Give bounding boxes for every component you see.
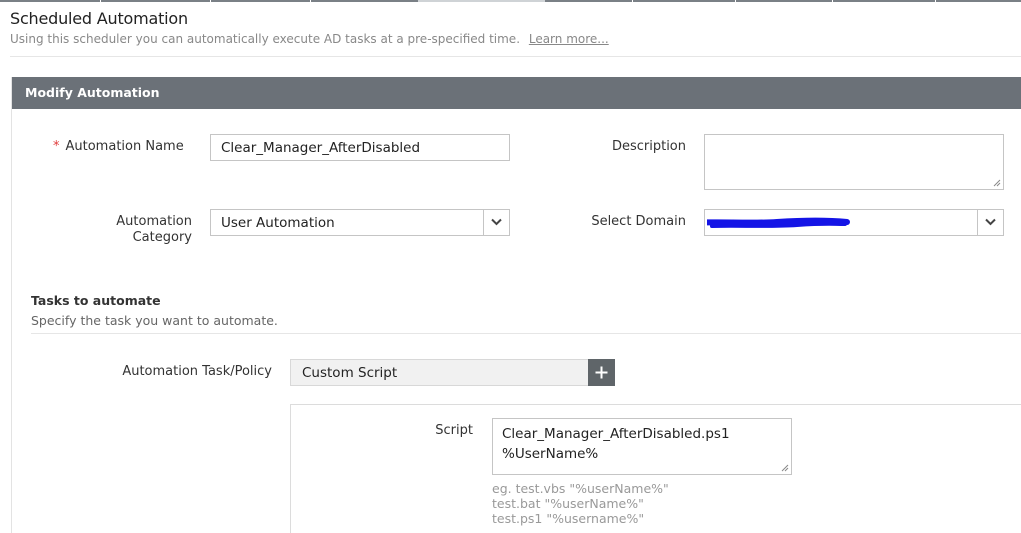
script-line: Clear_Manager_AfterDisabled.ps1	[502, 426, 730, 442]
top-tab-strip-left	[0, 0, 418, 2]
page-subtitle: Using this scheduler you can automatical…	[10, 32, 609, 46]
page-subtitle-text: Using this scheduler you can automatical…	[10, 32, 521, 46]
resize-grip-icon[interactable]	[781, 464, 789, 472]
script-hint: test.ps1 "%username%"	[492, 511, 645, 526]
resize-grip-icon[interactable]	[993, 179, 1001, 187]
learn-more-link[interactable]: Learn more...	[529, 32, 609, 46]
redaction-scribble	[707, 217, 850, 228]
add-task-button[interactable]	[588, 359, 615, 386]
header-divider	[10, 56, 1021, 57]
dropdown-button[interactable]	[977, 210, 1003, 235]
top-tab-strip	[0, 0, 1021, 2]
description-textarea[interactable]	[704, 134, 1004, 190]
chevron-down-icon	[985, 218, 996, 226]
script-hint: test.bat "%userName%"	[492, 496, 644, 511]
dropdown-button[interactable]	[483, 210, 509, 235]
automation-task-field[interactable]: Custom Script	[290, 359, 588, 386]
tasks-divider	[31, 333, 1021, 334]
automation-name-label: * Automation Name	[53, 139, 193, 155]
tab-divider	[632, 0, 633, 2]
script-label: Script	[435, 423, 473, 438]
tab-divider	[310, 0, 311, 2]
select-domain-label: Select Domain	[591, 214, 686, 229]
automation-category-label: Automation Category	[92, 214, 192, 246]
tab-divider	[735, 0, 736, 2]
page-title: Scheduled Automation	[10, 9, 188, 28]
automation-category-value: User Automation	[221, 215, 335, 231]
automation-name-input[interactable]: Clear_Manager_AfterDisabled	[210, 134, 510, 161]
chevron-down-icon	[491, 218, 502, 226]
top-tab-strip-right	[545, 0, 1021, 2]
script-textarea[interactable]: Clear_Manager_AfterDisabled.ps1 %UserNam…	[492, 418, 792, 475]
tab-divider	[832, 0, 833, 2]
description-label: Description	[611, 139, 686, 154]
automation-category-label-line2: Category	[132, 230, 192, 245]
tasks-section-subtitle: Specify the task you want to automate.	[31, 313, 278, 328]
tab-divider	[935, 0, 936, 2]
panel-header: Modify Automation	[12, 77, 1021, 109]
script-hint: eg. test.vbs "%userName%"	[492, 481, 669, 496]
tasks-section-title: Tasks to automate	[31, 293, 161, 308]
tab-divider	[210, 0, 211, 2]
required-marker: *	[53, 139, 60, 154]
automation-category-select[interactable]: User Automation	[210, 209, 510, 236]
script-line: %UserName%	[502, 446, 599, 462]
automation-task-label: Automation Task/Policy	[122, 364, 272, 379]
tab-divider	[100, 0, 101, 2]
automation-name-label-text: Automation Name	[65, 139, 184, 154]
automation-category-label-line1: Automation	[116, 214, 192, 229]
plus-icon	[595, 366, 608, 379]
select-domain-select[interactable]	[704, 209, 1004, 236]
